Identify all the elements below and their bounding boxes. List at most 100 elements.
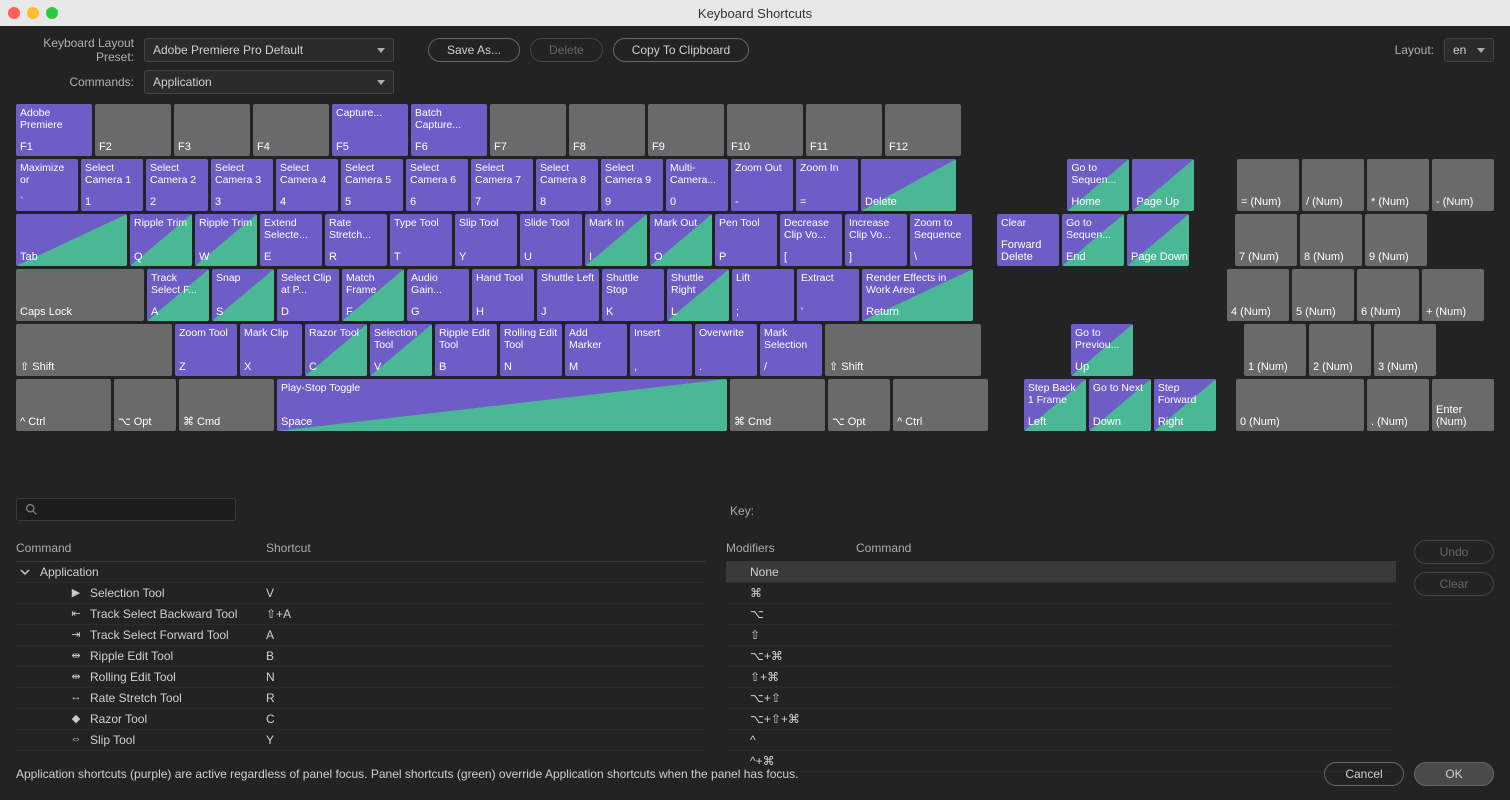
key-f4[interactable]: F4	[253, 104, 329, 156]
key-2[interactable]: Select Camera 22	[146, 159, 208, 211]
key-o[interactable]: Mark OutO	[650, 214, 712, 266]
key-q[interactable]: Ripple TrimQ	[130, 214, 192, 266]
key-i[interactable]: Mark InI	[585, 214, 647, 266]
search-input[interactable]	[16, 498, 236, 521]
key-delete[interactable]: Delete	[861, 159, 956, 211]
key-v[interactable]: Selection ToolV	[370, 324, 432, 376]
key--num-[interactable]: . (Num)	[1367, 379, 1429, 431]
key-home[interactable]: Go to Sequen...Home	[1067, 159, 1129, 211]
key-down[interactable]: Go to NextDown	[1089, 379, 1151, 431]
layout-select[interactable]: en	[1444, 38, 1494, 62]
key-return[interactable]: Render Effects in Work AreaReturn	[862, 269, 973, 321]
key--[interactable]: Overwrite.	[695, 324, 757, 376]
key-j[interactable]: Shuttle LeftJ	[537, 269, 599, 321]
key--opt[interactable]: ⌥ Opt	[828, 379, 890, 431]
modifier-row[interactable]: ⇧+⌘	[726, 667, 1396, 688]
key--[interactable]: Increase Clip Vo...]	[845, 214, 907, 266]
key-right[interactable]: Step ForwardRight	[1154, 379, 1216, 431]
copy-clipboard-button[interactable]: Copy To Clipboard	[613, 38, 750, 62]
key-5[interactable]: Select Camera 55	[341, 159, 403, 211]
key-6-num-[interactable]: 6 (Num)	[1357, 269, 1419, 321]
key-7-num-[interactable]: 7 (Num)	[1235, 214, 1297, 266]
key-y[interactable]: Slip ToolY	[455, 214, 517, 266]
key--shift[interactable]: ⇧ Shift	[825, 324, 981, 376]
modifier-row[interactable]: ⌘	[726, 583, 1396, 604]
command-row[interactable]: ⇹Ripple Edit ToolB	[16, 646, 706, 667]
key-up[interactable]: Go to Previou...Up	[1071, 324, 1133, 376]
key--cmd[interactable]: ⌘ Cmd	[179, 379, 274, 431]
key--[interactable]: Lift;	[732, 269, 794, 321]
key-r[interactable]: Rate Stretch...R	[325, 214, 387, 266]
key--ctrl[interactable]: ^ Ctrl	[893, 379, 988, 431]
command-row[interactable]: ◆Razor ToolC	[16, 709, 706, 730]
key-f10[interactable]: F10	[727, 104, 803, 156]
key-f5[interactable]: Capture...F5	[332, 104, 408, 156]
key-3[interactable]: Select Camera 33	[211, 159, 273, 211]
key-m[interactable]: Add MarkerM	[565, 324, 627, 376]
key-h[interactable]: Hand ToolH	[472, 269, 534, 321]
key-4-num-[interactable]: 4 (Num)	[1227, 269, 1289, 321]
key-u[interactable]: Slide ToolU	[520, 214, 582, 266]
key-tab[interactable]: Tab	[16, 214, 127, 266]
key-4[interactable]: Select Camera 44	[276, 159, 338, 211]
key-c[interactable]: Razor ToolC	[305, 324, 367, 376]
close-icon[interactable]	[8, 7, 20, 19]
key-k[interactable]: Shuttle StopK	[602, 269, 664, 321]
key-page-down[interactable]: Page Down	[1127, 214, 1189, 266]
key--[interactable]: Extract'	[797, 269, 859, 321]
key-e[interactable]: Extend Selecte...E	[260, 214, 322, 266]
app-root-row[interactable]: Application	[16, 562, 706, 583]
key-9[interactable]: Select Camera 99	[601, 159, 663, 211]
key-8-num-[interactable]: 8 (Num)	[1300, 214, 1362, 266]
key-f12[interactable]: F12	[885, 104, 961, 156]
minimize-icon[interactable]	[27, 7, 39, 19]
key-f3[interactable]: F3	[174, 104, 250, 156]
key-6[interactable]: Select Camera 66	[406, 159, 468, 211]
key--[interactable]: Decrease Clip Vo...[	[780, 214, 842, 266]
key-3-num-[interactable]: 3 (Num)	[1374, 324, 1436, 376]
command-row[interactable]: ⇥Track Select Forward ToolA	[16, 625, 706, 646]
preset-select[interactable]: Adobe Premiere Pro Default	[144, 38, 394, 62]
key--cmd[interactable]: ⌘ Cmd	[730, 379, 825, 431]
key-b[interactable]: Ripple Edit ToolB	[435, 324, 497, 376]
key-8[interactable]: Select Camera 88	[536, 159, 598, 211]
key-a[interactable]: Track Select F...A	[147, 269, 209, 321]
key-s[interactable]: SnapS	[212, 269, 274, 321]
key-f6[interactable]: Batch Capture...F6	[411, 104, 487, 156]
modifier-row[interactable]: ⌥	[726, 604, 1396, 625]
key-f8[interactable]: F8	[569, 104, 645, 156]
commands-select[interactable]: Application	[144, 70, 394, 94]
key-5-num-[interactable]: 5 (Num)	[1292, 269, 1354, 321]
key--ctrl[interactable]: ^ Ctrl	[16, 379, 111, 431]
maximize-icon[interactable]	[46, 7, 58, 19]
key-w[interactable]: Ripple TrimW	[195, 214, 257, 266]
key--num-[interactable]: * (Num)	[1367, 159, 1429, 211]
command-row[interactable]: ↔Rate Stretch ToolR	[16, 688, 706, 709]
key-f[interactable]: Match FrameF	[342, 269, 404, 321]
key-0[interactable]: Multi-Camera...0	[666, 159, 728, 211]
modifier-row[interactable]: None	[726, 562, 1396, 583]
key--num-[interactable]: = (Num)	[1237, 159, 1299, 211]
key-f11[interactable]: F11	[806, 104, 882, 156]
key-l[interactable]: Shuttle RightL	[667, 269, 729, 321]
key-f2[interactable]: F2	[95, 104, 171, 156]
key-p[interactable]: Pen ToolP	[715, 214, 777, 266]
key-f7[interactable]: F7	[490, 104, 566, 156]
key--[interactable]: Zoom to Sequence\	[910, 214, 972, 266]
key-page-up[interactable]: Page Up	[1132, 159, 1194, 211]
key-enter-num-[interactable]: Enter (Num)	[1432, 379, 1494, 431]
modifier-row[interactable]: ⌥+⇧	[726, 688, 1396, 709]
key--opt[interactable]: ⌥ Opt	[114, 379, 176, 431]
modifier-row[interactable]: ⌥+⌘	[726, 646, 1396, 667]
key-7[interactable]: Select Camera 77	[471, 159, 533, 211]
key--shift[interactable]: ⇧ Shift	[16, 324, 172, 376]
key-9-num-[interactable]: 9 (Num)	[1365, 214, 1427, 266]
modifier-row[interactable]: ⇧	[726, 625, 1396, 646]
modifier-row[interactable]: ⌥+⇧+⌘	[726, 709, 1396, 730]
key-1-num-[interactable]: 1 (Num)	[1244, 324, 1306, 376]
key-space[interactable]: Play-Stop ToggleSpace	[277, 379, 727, 431]
key-end[interactable]: Go to Sequen...End	[1062, 214, 1124, 266]
key--num-[interactable]: / (Num)	[1302, 159, 1364, 211]
command-row[interactable]: ⇹Rolling Edit ToolN	[16, 667, 706, 688]
key-caps-lock[interactable]: Caps Lock	[16, 269, 144, 321]
